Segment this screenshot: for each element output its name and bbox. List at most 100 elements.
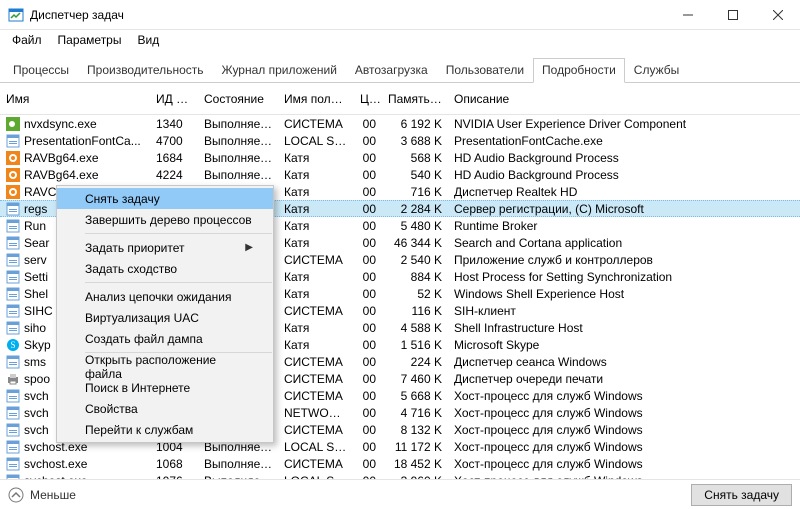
process-description: Shell Infrastructure Host [448,321,800,335]
process-name: RAVBg64.exe [24,151,99,165]
tab-details[interactable]: Подробности [533,58,625,83]
table-row[interactable]: RAVBg64.exe4224ВыполняетсяКатя00540 KHD … [0,166,800,183]
process-name: svch [24,406,49,420]
process-description: Хост-процесс для служб Windows [448,423,800,437]
table-row[interactable]: RAVBg64.exe1684ВыполняетсяКатя00568 KHD … [0,149,800,166]
context-menu-item[interactable]: Анализ цепочки ожидания [57,286,273,307]
maximize-button[interactable] [710,0,755,30]
menu-file[interactable]: Файл [4,31,50,49]
process-user: Катя [278,287,354,301]
process-icon [6,168,20,182]
tab-processes[interactable]: Процессы [4,58,78,83]
tab-users[interactable]: Пользователи [437,58,533,83]
process-cpu: 00 [354,423,382,437]
process-user: LOCAL SE... [278,440,354,454]
process-user: Катя [278,321,354,335]
tab-startup[interactable]: Автозагрузка [346,58,437,83]
close-button[interactable] [755,0,800,30]
process-cpu: 00 [354,372,382,386]
menu-options[interactable]: Параметры [50,31,130,49]
process-name: svch [24,423,49,437]
col-user[interactable]: Имя польз... [278,92,354,106]
table-row[interactable]: PresentationFontCa...4700ВыполняетсяLOCA… [0,132,800,149]
minimize-button[interactable] [665,0,710,30]
process-user: СИСТЕМА [278,304,354,318]
context-menu-item-label: Снять задачу [85,192,160,206]
context-menu-item[interactable]: Завершить дерево процессов [57,209,273,230]
process-memory: 116 K [382,304,448,318]
context-menu-item[interactable]: Перейти к службам [57,419,273,440]
process-cpu: 00 [354,321,382,335]
process-cpu: 00 [354,389,382,403]
process-user: Катя [278,338,354,352]
fewer-details-button[interactable]: Меньше [8,487,76,503]
process-state: Выполняется [198,134,278,148]
col-description[interactable]: Описание [448,92,800,106]
submenu-arrow-icon: ▶ [245,242,253,253]
process-memory: 5 668 K [382,389,448,403]
process-cpu: 00 [354,219,382,233]
tab-services[interactable]: Службы [625,58,688,83]
process-cpu: 00 [354,287,382,301]
process-user: СИСТЕМА [278,423,354,437]
process-user: Катя [278,168,354,182]
process-pid: 4700 [150,134,198,148]
col-memory[interactable]: Память (ч... [382,92,448,106]
process-memory: 2 284 K [382,202,448,216]
process-user: NETWORK... [278,406,354,420]
col-cpu[interactable]: ЦП [354,92,382,106]
context-menu-item-label: Создать файл дампа [85,332,203,346]
context-menu-item[interactable]: Снять задачу [57,188,273,209]
context-menu-item[interactable]: Открыть расположение файла [57,356,273,377]
process-user: Катя [278,185,354,199]
process-cpu: 00 [354,304,382,318]
end-task-button[interactable]: Снять задачу [691,484,792,506]
process-icon [6,270,20,284]
context-menu-item[interactable]: Задать сходство [57,258,273,279]
process-memory: 11 172 K [382,440,448,454]
process-cpu: 00 [354,151,382,165]
process-description: Хост-процесс для служб Windows [448,389,800,403]
process-cpu: 00 [354,202,382,216]
process-description: Диспетчер Realtek HD [448,185,800,199]
context-menu-separator [85,233,272,234]
tab-app-history[interactable]: Журнал приложений [213,58,346,83]
process-name: svch [24,389,49,403]
col-state[interactable]: Состояние [198,92,278,106]
process-name: spoo [24,372,50,386]
process-memory: 716 K [382,185,448,199]
context-menu-item[interactable]: Свойства [57,398,273,419]
col-pid[interactable]: ИД п... [150,92,198,106]
tab-performance[interactable]: Производительность [78,58,212,83]
process-memory: 7 460 K [382,372,448,386]
context-menu-item[interactable]: Виртуализация UAC [57,307,273,328]
process-description: Диспетчер сеанса Windows [448,355,800,369]
context-menu-item-label: Перейти к службам [85,423,193,437]
process-icon [6,440,20,454]
process-name: siho [24,321,46,335]
process-icon [6,457,20,471]
process-memory: 2 540 K [382,253,448,267]
col-name[interactable]: Имя [0,92,150,106]
process-description: HD Audio Background Process [448,168,800,182]
context-menu-item[interactable]: Создать файл дампа [57,328,273,349]
context-menu-item-label: Открыть расположение файла [85,353,253,381]
table-row[interactable]: svchost.exe1068ВыполняетсяСИСТЕМА0018 45… [0,455,800,472]
column-headers: Имя ИД п... Состояние Имя польз... ЦП Па… [0,83,800,115]
context-menu-separator [85,282,272,283]
process-cpu: 00 [354,355,382,369]
process-memory: 540 K [382,168,448,182]
menubar: Файл Параметры Вид [0,30,800,50]
chevron-up-circle-icon [8,487,24,503]
process-user: СИСТЕМА [278,372,354,386]
process-user: Катя [278,219,354,233]
process-cpu: 00 [354,457,382,471]
context-menu-item[interactable]: Задать приоритет▶ [57,237,273,258]
process-memory: 884 K [382,270,448,284]
menu-view[interactable]: Вид [129,31,167,49]
process-icon [6,321,20,335]
process-memory: 224 K [382,355,448,369]
process-memory: 8 132 K [382,423,448,437]
process-user: СИСТЕМА [278,355,354,369]
table-row[interactable]: nvxdsync.exe1340ВыполняетсяСИСТЕМА006 19… [0,115,800,132]
